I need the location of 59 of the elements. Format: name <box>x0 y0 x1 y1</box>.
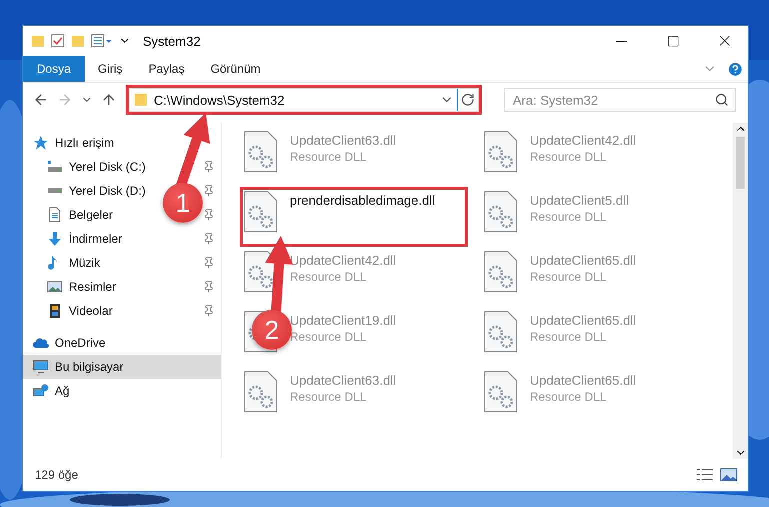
ribbon-tab[interactable]: Paylaş <box>136 56 198 82</box>
sidebar-item[interactable]: Videolar <box>23 299 221 323</box>
file-type: Resource DLL <box>530 270 608 284</box>
sidebar-item[interactable]: Müzik <box>23 251 221 275</box>
monitor-icon <box>33 359 49 375</box>
file-type: Resource DLL <box>530 330 608 344</box>
refresh-icon <box>461 93 475 107</box>
sidebar-item[interactable]: Yerel Disk (C:) <box>23 155 221 179</box>
item-count: 129 öğe <box>35 468 80 482</box>
sidebar-item[interactable]: İndirmeler <box>23 227 221 251</box>
help-icon[interactable] <box>727 60 744 78</box>
file-type: Resource DLL <box>290 270 368 284</box>
folder-icon <box>31 34 45 48</box>
file-type: Resource DLL <box>530 210 608 224</box>
scroll-thumb[interactable] <box>736 137 745 189</box>
window-title: System32 <box>143 34 202 48</box>
minimize-icon <box>616 40 626 42</box>
maximize-icon <box>666 34 680 48</box>
file-type: Resource DLL <box>530 150 608 164</box>
star-icon <box>33 135 49 151</box>
sidebar-item[interactable]: Hızlı erişim <box>23 131 221 155</box>
gear-file-icon <box>484 311 518 353</box>
gear-file-icon <box>484 131 518 173</box>
properties-icon <box>91 34 113 48</box>
file-type: Resource DLL <box>530 390 608 404</box>
gear-file-icon <box>244 371 278 413</box>
folder-icon <box>71 34 85 48</box>
download-arrow-icon <box>47 231 63 247</box>
file-type: Resource DLL <box>290 150 368 164</box>
gear-file-icon <box>484 371 518 413</box>
document-icon <box>47 207 63 223</box>
sidebar-item[interactable]: OneDrive <box>23 331 221 355</box>
drive-icon <box>47 188 63 194</box>
gear-file-icon <box>484 251 518 293</box>
address-bar[interactable]: C:\Windows\System32 <box>129 88 479 112</box>
search-icon <box>715 93 729 107</box>
ribbon-tab[interactable]: Dosya <box>23 56 86 82</box>
gear-file-icon <box>244 191 278 233</box>
checklist-icon <box>51 34 65 48</box>
details-view-icon[interactable] <box>696 468 714 482</box>
film-icon <box>47 303 63 319</box>
ribbon-tab[interactable]: Giriş <box>85 56 136 82</box>
drive-icon <box>47 159 63 175</box>
ribbon-tab[interactable]: Görünüm <box>198 56 274 82</box>
search-field[interactable]: Ara: System32 <box>504 88 736 112</box>
gear-file-icon <box>484 191 518 233</box>
file-name[interactable]: prenderdisabledimage.dll <box>290 193 436 208</box>
sidebar-item[interactable]: Bu bilgisayar <box>23 355 221 379</box>
file-type: Resource DLL <box>290 390 368 404</box>
scrollbar[interactable] <box>733 123 748 459</box>
sidebar-item[interactable]: Resimler <box>23 275 221 299</box>
sidebar-item[interactable]: Ağ <box>23 379 221 403</box>
gear-file-icon <box>244 131 278 173</box>
network-icon <box>33 383 49 399</box>
thumbnails-view-icon[interactable] <box>720 468 738 482</box>
file-type: Resource DLL <box>290 330 368 344</box>
address-path: C:\Windows\System32 <box>154 92 286 108</box>
folder-icon <box>134 93 148 107</box>
picture-icon <box>47 279 63 295</box>
